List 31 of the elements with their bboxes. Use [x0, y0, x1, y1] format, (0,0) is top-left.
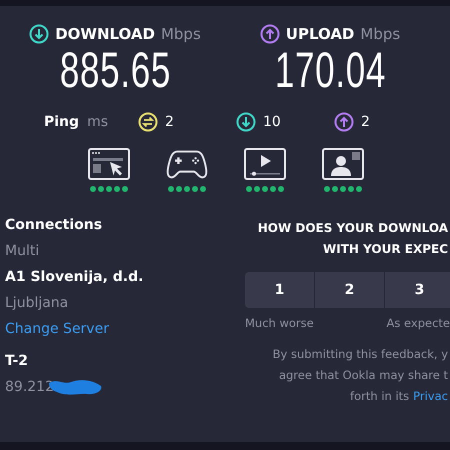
privacy-link[interactable]: Privac [413, 389, 448, 403]
ping-label: Ping [44, 114, 80, 130]
result-label: DOWNLOAD [55, 25, 155, 43]
speed-value: 885.65 [59, 44, 171, 96]
gamepad-icon [166, 148, 208, 180]
scale-mid-label: As expecte [386, 316, 450, 330]
scale-low-label: Much worse [245, 316, 314, 330]
unit-label: Mbps [360, 25, 400, 43]
unit-label: ms [87, 114, 108, 130]
speed-value: 170.04 [274, 44, 386, 96]
server-city: Ljubljana [5, 294, 70, 313]
video-call-icon [322, 148, 364, 180]
rating-option[interactable]: 2 [315, 272, 384, 308]
provider-name: T-2 [5, 352, 30, 371]
connection-mode: Multi [5, 242, 40, 261]
server-name: A1 Slovenija, d.d. [5, 268, 144, 287]
ip-address: 89.212 [5, 378, 54, 397]
result-label: UPLOAD [286, 25, 354, 43]
feedback-question: HOW DOES YOUR DOWNLOA WITH YOUR EXPEC [256, 220, 449, 258]
ping-value: 10 [263, 114, 281, 130]
video-player-icon [244, 148, 286, 180]
exchange-icon [138, 112, 158, 132]
connections-label: Connections [5, 216, 104, 235]
feedback-notice: By submitting this feedback, y agree that Ookla may share t forth in its Privac [272, 346, 449, 405]
ping-value: 2 [361, 114, 370, 130]
rating-option[interactable]: 3 [385, 272, 450, 308]
ping-value: 2 [165, 114, 174, 130]
change-server-link[interactable]: Change Server [5, 316, 245, 342]
rating-option[interactable]: 1 [245, 272, 314, 308]
unit-label: Mbps [160, 25, 201, 43]
browser-icon [88, 148, 130, 180]
